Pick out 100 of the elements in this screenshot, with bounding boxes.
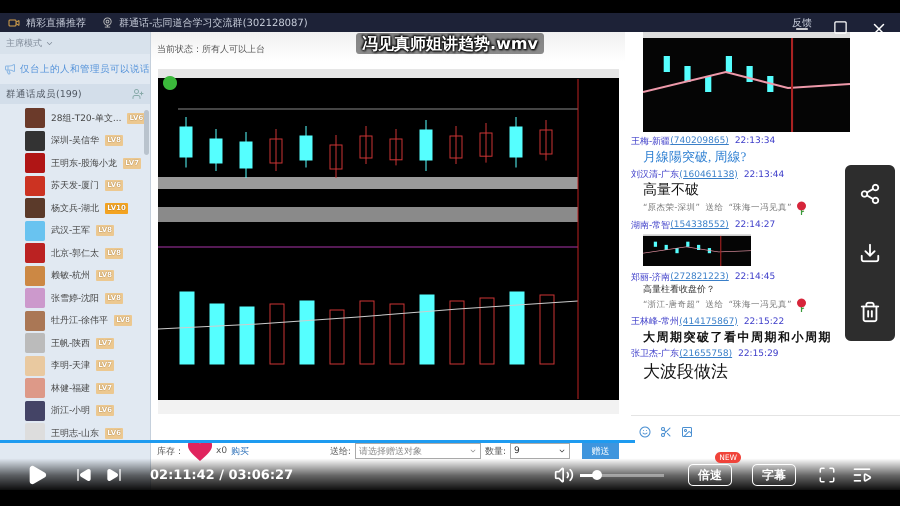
image-icon[interactable] [681,426,693,438]
message-time: 22:14:45 [734,272,776,282]
member-name: 李明-天津 [51,360,90,372]
members-title: 群通话成员(199) [6,88,82,100]
gift-count: x0 [216,446,228,456]
avatar [25,288,45,308]
message-time: 22:14:27 [734,220,776,230]
avatar [25,378,45,398]
member-name: 王帆-陕西 [51,338,90,350]
volume-bar [330,310,344,364]
sender-name: 郑丽-济南 [631,272,670,284]
candlestick [210,128,222,172]
previous-button[interactable] [76,467,92,483]
avatar [25,266,45,286]
volume-bar [360,300,374,364]
avatar [25,310,45,331]
candlestick [510,116,522,168]
volume-bar [300,300,314,364]
volume-bar [210,304,224,364]
member-name: 赖敏-杭州 [51,270,90,282]
sender-name: 湖南-常智 [631,220,670,232]
volume-button[interactable] [554,465,574,485]
member-name: 林健-福建 [51,382,90,395]
candlestick [390,128,402,166]
message-time: 22:13:44 [744,170,784,180]
candlestick [360,126,372,164]
candlestick [675,248,679,254]
volume-bar [270,304,284,364]
emoji-icon[interactable] [639,426,651,438]
avatar [25,198,45,218]
playback-time: 02:11:42 / 03:06:27 [150,468,294,482]
rose-icon [796,298,806,312]
avatar [25,153,45,174]
avatar [25,243,45,264]
feedback-link[interactable]: 反馈 [792,16,812,30]
gift-message: “浙江-唐奇超” 送给 “珠海一冯见真” [643,298,792,311]
maximize-icon[interactable] [833,20,848,35]
member-name: 王明志-山东 [51,428,100,440]
avatar [25,130,45,151]
qq-number-link[interactable]: (272821223) [670,272,729,282]
candlestick [664,245,668,250]
avatar [25,108,45,128]
avatar [25,220,45,241]
volume-bar [540,294,554,364]
message-time: 22:13:34 [734,136,776,146]
download-icon[interactable] [859,242,881,264]
candlestick [480,122,492,164]
sender-name: 张卫杰-广东 [631,348,680,360]
caret-icon [468,447,477,455]
scrollbar[interactable] [144,110,149,155]
mode-label[interactable]: 主席模式 [6,36,42,50]
notice-text: 仅台上的人和管理员可以说话 [20,62,150,76]
member-name: 浙江-小明 [51,404,90,418]
message-text: 大周期突破了看中周期和小周期 [643,328,832,345]
volume-bar [450,300,464,364]
member-name: 深圳-吴信华 [51,134,100,148]
qq-number-link[interactable]: (414175867) [679,316,738,327]
sender-name: 王梅-新疆 [631,136,670,148]
qq-number-link[interactable]: (21655758) [679,348,732,359]
speed-button[interactable]: 倍速 [688,464,732,486]
send-to-label: 送给: [330,446,351,458]
stock-label: 库存： [157,446,184,458]
stage-status: 当前状态：所有人可以上台 [157,45,265,55]
candlestick [420,120,432,172]
quantity-label: 数量: [484,446,506,458]
scissors-icon[interactable] [660,426,672,438]
share-icon[interactable] [859,183,881,206]
candlestick [540,120,552,161]
avatar [25,176,45,196]
avatar [25,333,45,354]
buy-link[interactable]: 购买 [231,444,250,458]
candlestick [180,116,192,168]
rose-icon [796,201,806,216]
candlestick [697,245,700,250]
qq-number-link[interactable]: (160461138) [679,170,738,180]
next-button[interactable] [106,467,122,483]
qq-number-link[interactable]: (154338552) [670,220,729,230]
volume-bar [420,294,434,364]
avatar [25,356,45,376]
member-name: 苏天发-厦门 [51,180,100,192]
recipient-select[interactable]: 请选择赠送对象 [354,443,481,459]
message-text: 月線陽突破, 周線? [643,148,746,166]
caret-icon [558,447,566,455]
quantity-select[interactable]: 9 [510,443,570,459]
delete-icon[interactable] [859,300,881,323]
live-recommend-tab[interactable]: 精彩直播推荐 [26,16,86,30]
volume-bar [390,304,404,364]
message-text: 高量不破 [643,182,699,200]
qq-number-link[interactable]: (740209865) [670,136,729,146]
gift-message: “原杰荣-深圳” 送给 “珠海一冯见真” [643,202,792,214]
candlestick [300,126,312,168]
member-name: 王明东-股海小龙 [51,158,118,170]
subtitles-button[interactable]: 字幕 [752,464,796,486]
sender-name: 王林峰-常州 [631,316,680,328]
candlestick [240,132,252,178]
gift-send-button[interactable]: 赠送 [582,443,619,459]
member-name: 牡丹江-徐伟平 [51,314,108,328]
member-name: 北京-郭仁太 [51,248,100,260]
avatar [25,400,45,421]
fullscreen-button[interactable] [818,466,836,484]
